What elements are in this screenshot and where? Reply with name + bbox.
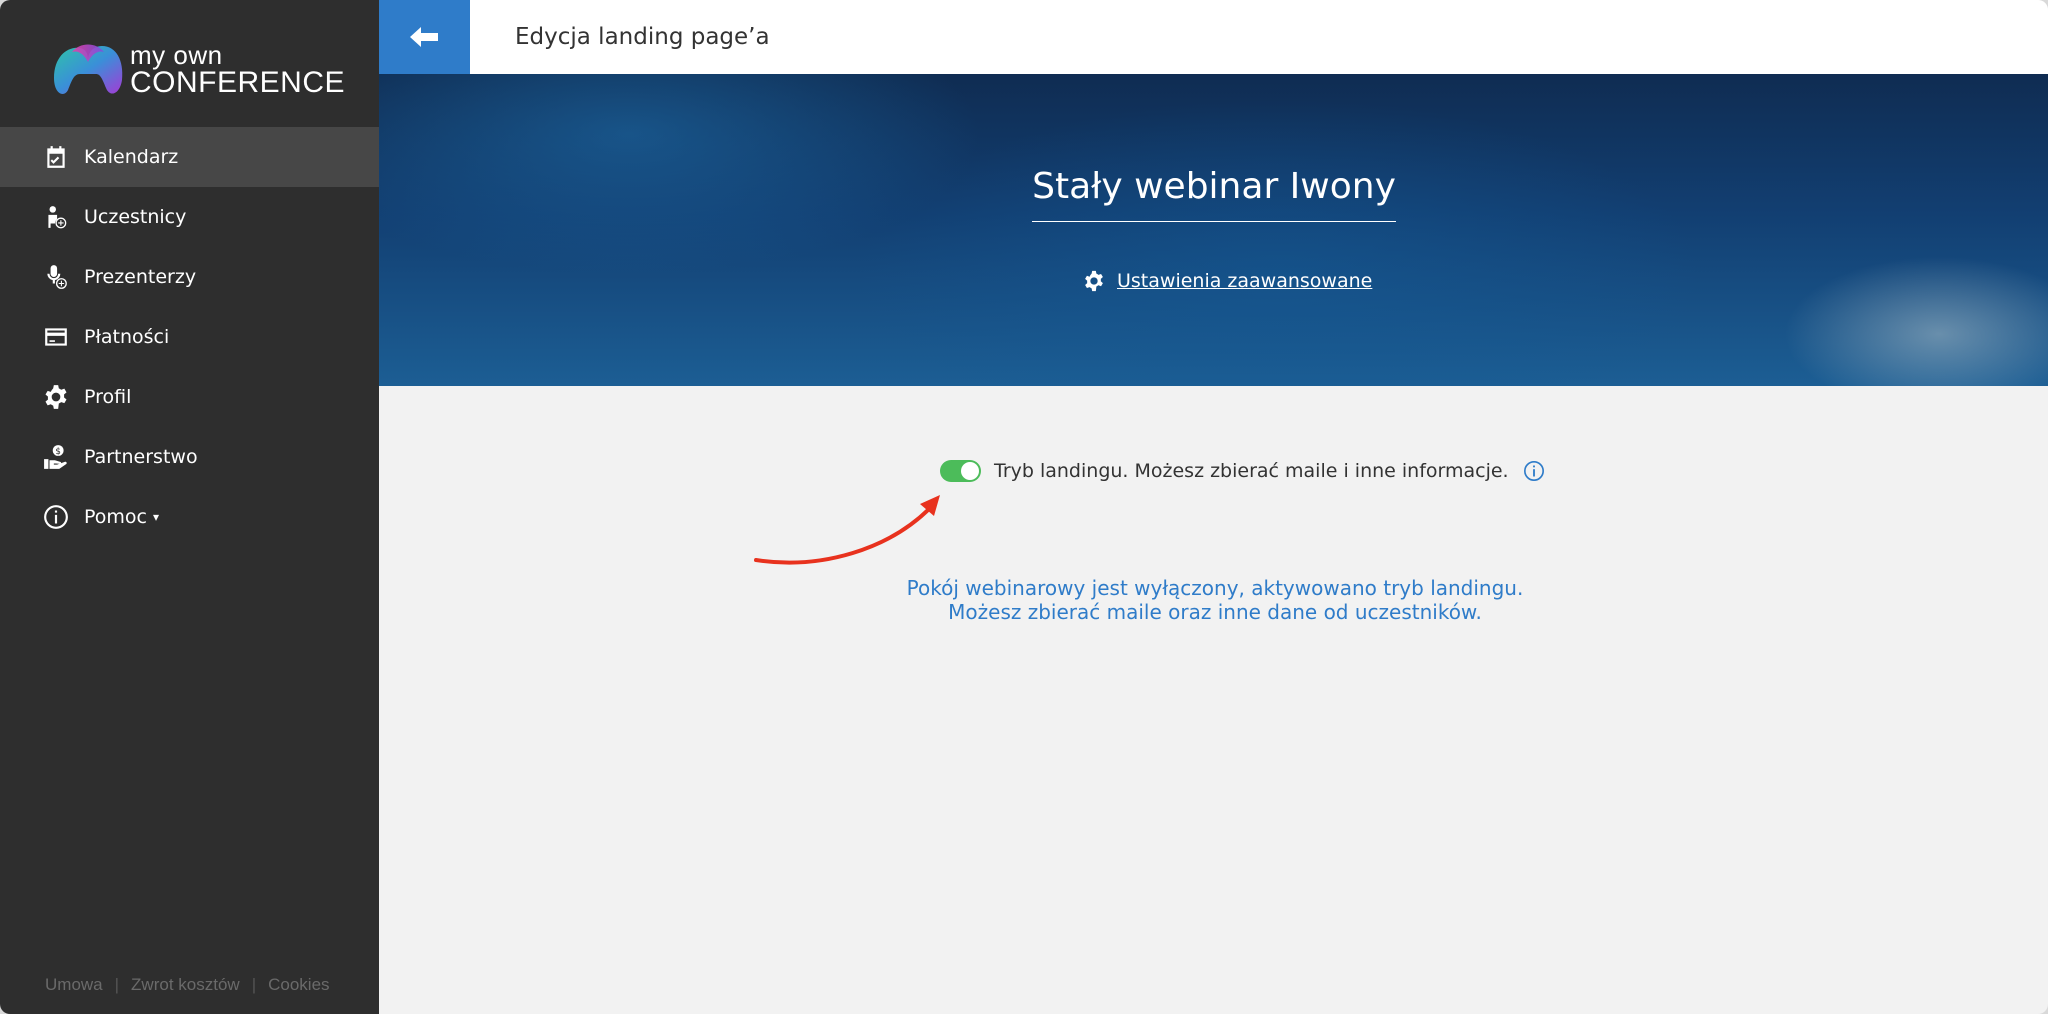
gear-icon xyxy=(42,383,70,411)
sidebar-item-prezenterzy[interactable]: Prezenterzy xyxy=(0,247,379,307)
svg-text:$: $ xyxy=(55,447,61,457)
advanced-settings-link[interactable]: Ustawienia zaawansowane xyxy=(1083,270,1372,292)
sidebar-item-label: Partnerstwo xyxy=(84,446,198,468)
sidebar-item-uczestnicy[interactable]: Uczestnicy xyxy=(0,187,379,247)
annotation-arrow-icon xyxy=(754,495,940,565)
sidebar-item-label: Uczestnicy xyxy=(84,206,187,228)
calendar-check-icon xyxy=(42,143,70,171)
brand-wordmark: my own CONFERENCE xyxy=(130,42,345,98)
microphone-user-icon xyxy=(42,263,70,291)
sidebar-nav: Kalendarz Uczestnicy Prezenterzy Płatnoś… xyxy=(0,127,379,547)
hand-coin-icon: $ xyxy=(42,443,70,471)
back-button[interactable] xyxy=(379,0,470,74)
gear-icon xyxy=(1085,270,1103,292)
sidebar-item-label: Profil xyxy=(84,386,132,408)
hero-banner: Stały webinar Iwony Ustawienia zaawansow… xyxy=(379,74,2048,386)
chevron-down-icon: ▾ xyxy=(152,510,160,524)
page-title: Edycja landing page’a xyxy=(515,24,770,50)
sidebar-footer: Umowa | Zwrot kosztów | Cookies xyxy=(45,975,330,995)
landing-mode-row: Tryb landingu. Możesz zbierać maile i in… xyxy=(940,460,1545,482)
footer-link-cookies[interactable]: Cookies xyxy=(268,975,329,995)
sidebar-item-label: Kalendarz xyxy=(84,146,179,168)
sidebar-item-pomoc[interactable]: Pomoc ▾ xyxy=(0,487,379,547)
info-circle-icon xyxy=(42,503,70,531)
footer-separator: | xyxy=(251,975,257,994)
advanced-settings-label: Ustawienia zaawansowane xyxy=(1117,270,1373,292)
footer-separator: | xyxy=(114,975,120,994)
sidebar: my own CONFERENCE Kalendarz Uczestnicy P… xyxy=(0,0,379,1014)
sidebar-item-label: Płatności xyxy=(84,326,170,348)
arrow-left-icon xyxy=(409,27,438,47)
webinar-title[interactable]: Stały webinar Iwony xyxy=(1032,166,1396,222)
landing-mode-label: Tryb landingu. Możesz zbierać maile i in… xyxy=(994,460,1509,482)
sidebar-item-kalendarz[interactable]: Kalendarz xyxy=(0,127,379,187)
sidebar-item-label: Prezenterzy xyxy=(84,266,197,288)
brand-mark-icon xyxy=(54,44,123,94)
brand-line2: CONFERENCE xyxy=(130,66,346,99)
credit-card-icon xyxy=(42,323,70,351)
sidebar-item-partnerstwo[interactable]: $ Partnerstwo xyxy=(0,427,379,487)
user-plus-icon xyxy=(42,203,70,231)
sidebar-item-platnosci[interactable]: Płatności xyxy=(0,307,379,367)
toggle-knob xyxy=(961,462,979,480)
brand-line1: my own xyxy=(130,40,223,70)
landing-mode-toggle[interactable] xyxy=(940,460,981,482)
app-window: my own CONFERENCE Kalendarz Uczestnicy P… xyxy=(0,0,2048,1014)
info-circle-icon[interactable] xyxy=(1523,460,1545,482)
brand-logo[interactable]: my own CONFERENCE xyxy=(50,36,345,106)
footer-link-zwrot-kosztow[interactable]: Zwrot kosztów xyxy=(131,975,240,995)
sidebar-item-label: Pomoc xyxy=(84,506,147,528)
footer-link-umowa[interactable]: Umowa xyxy=(45,975,103,995)
topbar: Edycja landing page’a xyxy=(379,0,2048,74)
landing-mode-notice: Pokój webinarowy jest wyłączony, aktywow… xyxy=(906,576,1524,624)
sidebar-item-profil[interactable]: Profil xyxy=(0,367,379,427)
